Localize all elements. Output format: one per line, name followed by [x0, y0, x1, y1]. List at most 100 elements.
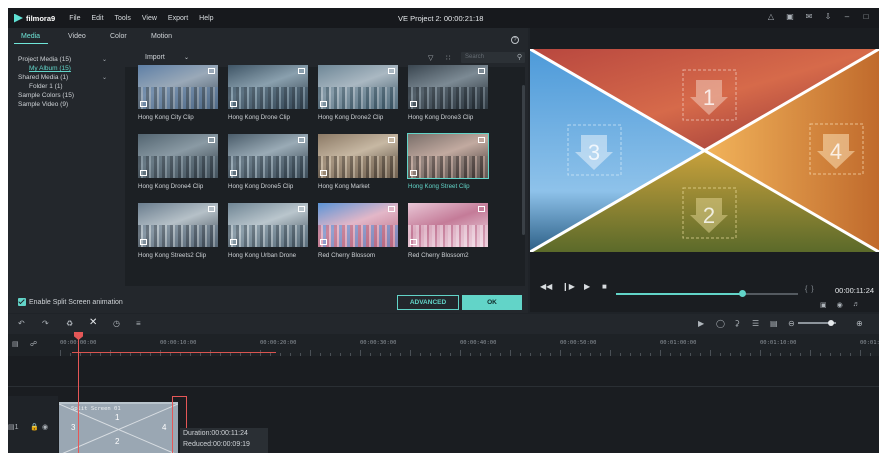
- advanced-button[interactable]: ADVANCED: [397, 295, 459, 310]
- step-back-icon[interactable]: ◀◀: [540, 282, 552, 291]
- lock-icon[interactable]: 🔒: [30, 423, 39, 431]
- clip-region-number: 2: [115, 437, 120, 446]
- media-clip-thumbnail[interactable]: Hong Kong Streets2 Clip: [138, 203, 218, 263]
- progress-knob[interactable]: [738, 290, 746, 297]
- microphone-icon[interactable]: ⚳: [734, 319, 740, 328]
- volume-icon[interactable]: ♬: [853, 301, 860, 309]
- menu-file[interactable]: File: [69, 15, 80, 22]
- preview-timecode: 00:00:11:24: [835, 286, 875, 295]
- zoom-slider-knob[interactable]: [828, 320, 834, 326]
- redo-icon[interactable]: ↷: [42, 319, 49, 328]
- zoom-in-icon[interactable]: ⊕: [856, 319, 863, 328]
- adjust-icon[interactable]: ≡: [136, 319, 141, 328]
- undo-icon[interactable]: ↶: [18, 319, 25, 328]
- media-clip-thumbnail[interactable]: Hong Kong Street Clip: [407, 133, 489, 194]
- media-clip-thumbnail[interactable]: Hong Kong Market: [318, 134, 398, 194]
- clip-type-icon: [478, 206, 485, 212]
- marker-brackets[interactable]: { }: [805, 286, 814, 293]
- chevron-down-icon[interactable]: ⌄: [184, 54, 189, 61]
- library-scrollbar[interactable]: [522, 85, 525, 235]
- tree-folder[interactable]: Folder 1 (1): [29, 83, 63, 90]
- download-icon[interactable]: ⇩: [823, 12, 833, 22]
- add-track-icon[interactable]: ▤: [12, 340, 19, 348]
- mail-icon[interactable]: ✉: [804, 12, 814, 22]
- clip-name: Hong Kong Drone5 Clip: [228, 183, 294, 190]
- menu-view[interactable]: View: [142, 15, 157, 22]
- delete-icon[interactable]: ♻: [66, 319, 73, 328]
- filmora-logo-icon: [14, 13, 23, 23]
- link-icon[interactable]: ☍: [30, 340, 37, 348]
- audio-mix-icon[interactable]: ☰: [752, 319, 759, 328]
- tab-motion[interactable]: Motion: [151, 33, 172, 40]
- minimize-icon[interactable]: –: [842, 12, 852, 22]
- tab-media[interactable]: Media: [21, 33, 40, 40]
- ok-button[interactable]: OK: [462, 295, 522, 310]
- save-icon[interactable]: ▣: [785, 12, 795, 22]
- clip-type-icon: [388, 68, 395, 74]
- user-icon[interactable]: △: [766, 12, 776, 22]
- media-clip-thumbnail[interactable]: Hong Kong Drone3 Clip: [408, 65, 488, 125]
- clip-thumbnail-image: [318, 134, 398, 178]
- import-button[interactable]: Import: [145, 54, 165, 61]
- split-screen-clip[interactable]: Split Screen 01 1 3 4 2: [59, 402, 178, 453]
- media-clip-thumbnail[interactable]: Red Cherry Blossom2: [408, 203, 488, 263]
- media-clip-thumbnail[interactable]: Hong Kong Drone2 Clip: [318, 65, 398, 125]
- video-camera-icon: [230, 170, 237, 176]
- display-icon[interactable]: ▣: [820, 301, 827, 309]
- svg-text:3: 3: [588, 140, 600, 165]
- snapshot-icon[interactable]: ◉: [837, 301, 843, 309]
- video-camera-icon: [320, 239, 327, 245]
- menu-edit[interactable]: Edit: [91, 15, 103, 22]
- screen-icon[interactable]: ▤: [770, 319, 778, 328]
- clip-duration-tooltip: Duration:00:00:11:24 Reduced:00:00:09:19: [180, 428, 268, 453]
- playback-progress[interactable]: [616, 290, 798, 297]
- clip-thumbnail-image: [318, 203, 398, 247]
- chevron-down-icon[interactable]: ⌄: [102, 56, 107, 63]
- menu-tools[interactable]: Tools: [115, 15, 131, 22]
- track-video-icon: ▤1: [8, 424, 19, 431]
- menu-help[interactable]: Help: [199, 15, 213, 22]
- help-icon[interactable]: ?: [511, 36, 519, 44]
- media-clip-thumbnail[interactable]: Red Cherry Blossom: [318, 203, 398, 263]
- grid-view-icon[interactable]: ∷: [446, 54, 450, 62]
- maximize-icon[interactable]: □: [861, 12, 871, 22]
- shield-icon[interactable]: ◯: [716, 319, 725, 328]
- filter-icon[interactable]: ▽: [428, 54, 433, 62]
- split-screen-preview[interactable]: 1 3 4 2: [530, 49, 879, 252]
- menu-export[interactable]: Export: [168, 15, 188, 22]
- close-icon[interactable]: ✕: [89, 317, 97, 328]
- zoom-out-icon[interactable]: ⊖: [788, 319, 795, 328]
- media-clip-thumbnail[interactable]: Hong Kong City Clip: [138, 65, 218, 125]
- play-icon[interactable]: ▶: [584, 282, 590, 291]
- tab-video[interactable]: Video: [68, 33, 86, 40]
- tree-shared-media[interactable]: Shared Media (1): [18, 74, 68, 81]
- stop-icon[interactable]: ■: [602, 282, 607, 291]
- clip-name: Hong Kong Drone2 Clip: [318, 114, 384, 121]
- render-icon[interactable]: ▶: [698, 319, 704, 328]
- playhead[interactable]: [78, 334, 79, 453]
- clip-name: Hong Kong Drone3 Clip: [408, 114, 474, 121]
- previous-frame-icon[interactable]: ❙▶: [562, 282, 575, 291]
- tree-project-media[interactable]: Project Media (15): [18, 56, 71, 63]
- tree-sample-video[interactable]: Sample Video (9): [18, 101, 68, 108]
- track-separator: [8, 386, 879, 387]
- split-anim-checkbox[interactable]: [18, 298, 26, 306]
- chevron-down-icon[interactable]: ⌄: [102, 74, 107, 81]
- tree-my-album[interactable]: My Album (15): [29, 65, 71, 72]
- tree-sample-colors[interactable]: Sample Colors (15): [18, 92, 74, 99]
- clip-name: Hong Kong Drone4 Clip: [138, 183, 204, 190]
- svg-text:4: 4: [830, 139, 842, 164]
- search-icon[interactable]: ⚲: [517, 53, 522, 61]
- clip-type-icon: [298, 137, 305, 143]
- search-input[interactable]: Search ⚲: [461, 52, 525, 63]
- media-clip-thumbnail[interactable]: Hong Kong Drone4 Clip: [138, 134, 218, 194]
- split-screen-footer: Enable Split Screen animation ADVANCED O…: [8, 291, 528, 313]
- eye-icon[interactable]: ◉: [42, 423, 48, 431]
- active-tab-indicator: [14, 43, 48, 44]
- media-clip-thumbnail[interactable]: Hong Kong Urban Drone: [228, 203, 308, 263]
- filmora-window: filmora9 File Edit Tools View Export Hel…: [8, 8, 879, 453]
- media-clip-thumbnail[interactable]: Hong Kong Drone Clip: [228, 65, 308, 125]
- tab-color[interactable]: Color: [110, 33, 127, 40]
- media-clip-thumbnail[interactable]: Hong Kong Drone5 Clip: [228, 134, 308, 194]
- speed-icon[interactable]: ◷: [113, 319, 120, 328]
